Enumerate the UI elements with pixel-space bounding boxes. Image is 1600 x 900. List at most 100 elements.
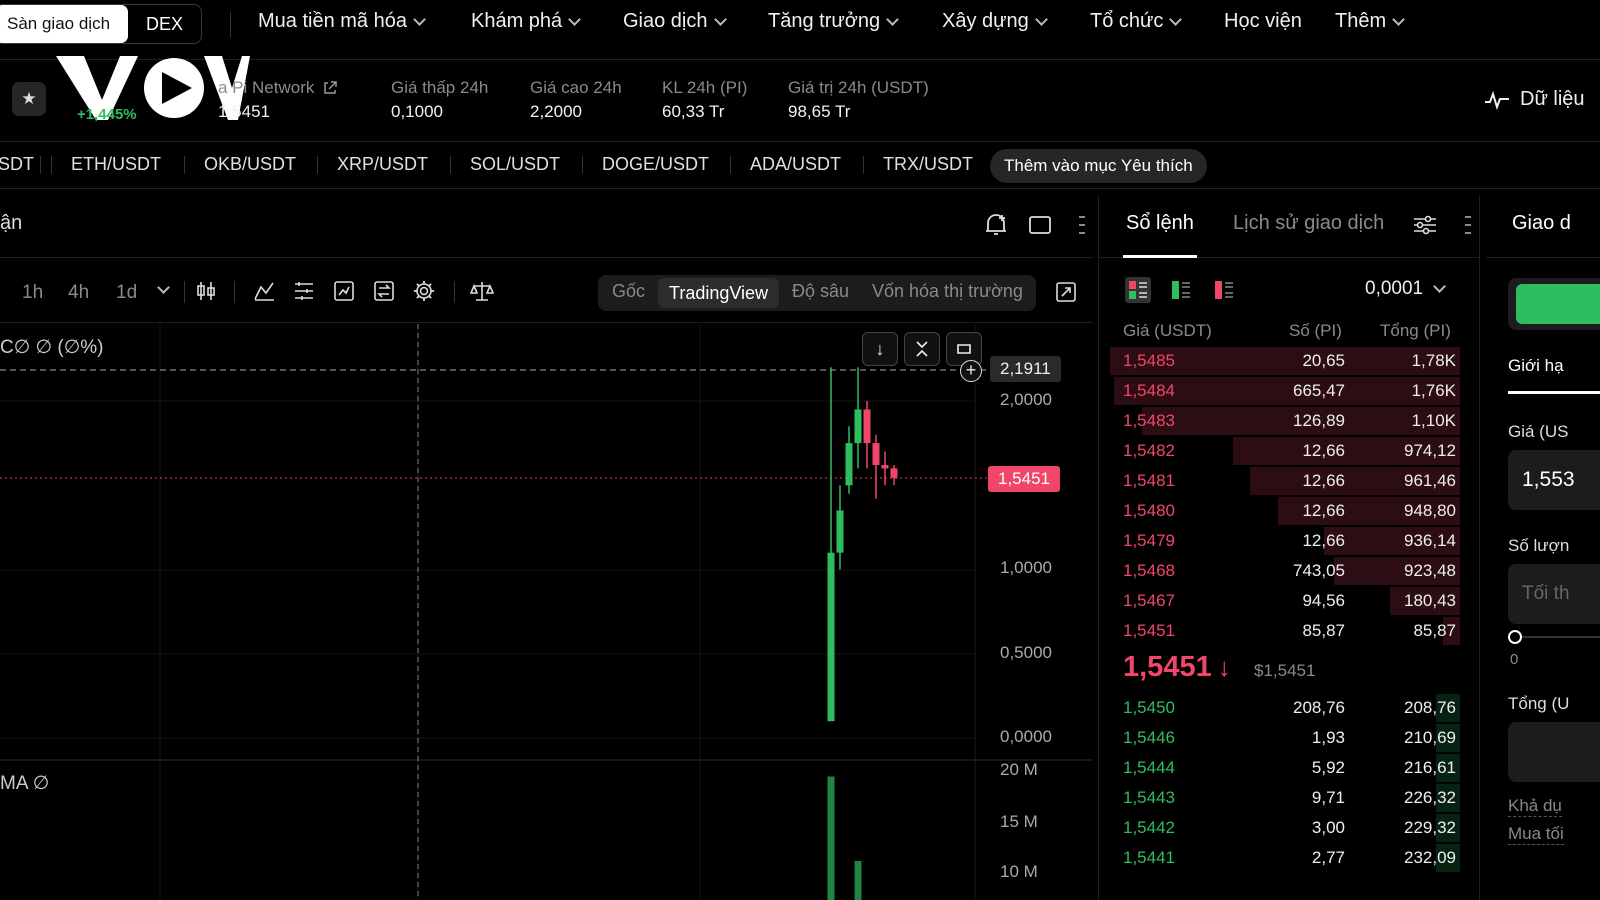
pair-full-name[interactable]: a Pi Network [218, 78, 338, 98]
price-change-percent: +1,445% [77, 106, 137, 123]
compare-icon[interactable] [372, 279, 396, 303]
chart-template-icon[interactable] [332, 279, 356, 303]
nav-item-1[interactable]: Khám phá [471, 10, 582, 33]
tab-trade-history[interactable]: Lịch sử giao dịch [1233, 212, 1384, 235]
ask-row[interactable]: 1,5484 665,47 1,76K [1110, 376, 1460, 406]
price-input[interactable]: 1,553 [1508, 450, 1600, 510]
ask-row[interactable]: 1,5482 12,66 974,12 [1110, 436, 1460, 466]
buy-tab[interactable] [1516, 284, 1600, 324]
nav-item-label: Xây dựng [942, 10, 1029, 32]
nav-item-0[interactable]: Mua tiền mã hóa [258, 10, 426, 33]
row-price: 1,5441 [1123, 848, 1175, 867]
fullscreen-icon[interactable] [1054, 280, 1078, 304]
bid-row[interactable]: 1,5442 3,00 229,32 [1110, 813, 1460, 843]
timeframe-1d[interactable]: 1d [116, 282, 137, 304]
nav-item-7[interactable]: Thêm [1335, 10, 1405, 33]
total-input[interactable] [1508, 722, 1600, 782]
nav-item-2[interactable]: Giao dịch [623, 10, 727, 33]
ask-row[interactable]: 1,5483 126,89 1,10K [1110, 406, 1460, 436]
row-total: 961,46 [1404, 471, 1456, 490]
amount-slider-handle[interactable] [1508, 630, 1522, 644]
row-price: 1,5443 [1123, 788, 1175, 807]
col-header-size: Số (PI) [1289, 321, 1342, 340]
segment-exchange[interactable]: Sàn giao dịch [0, 5, 129, 43]
segment-dex[interactable]: DEX [128, 5, 201, 43]
more-options-icon[interactable] [1076, 212, 1088, 238]
settings-gear-icon[interactable] [412, 279, 436, 303]
tab-orderbook[interactable]: Sổ lệnh [1126, 212, 1194, 235]
buy-sell-switch [1508, 278, 1600, 330]
row-size: 665,47 [1293, 381, 1345, 400]
ask-row[interactable]: 1,5485 20,65 1,78K [1110, 346, 1460, 376]
nav-item-6[interactable]: Học viện [1224, 10, 1302, 33]
pair-item[interactable]: TRX/USDT [883, 154, 973, 175]
candlestick-type-icon[interactable] [194, 279, 218, 303]
drawing-list-icon[interactable] [292, 279, 316, 303]
ask-row[interactable]: 1,5451 85,87 85,87 [1110, 616, 1460, 646]
pair-item[interactable]: ADA/USDT [750, 154, 841, 175]
add-order-plus-icon[interactable]: + [960, 360, 982, 382]
pair-item[interactable]: OKB/USDT [204, 154, 296, 175]
slider-min-label: 0 [1510, 651, 1519, 668]
ask-row[interactable]: 1,5481 12,66 961,46 [1110, 466, 1460, 496]
stat-value: 98,65 Tr [788, 102, 851, 121]
order-type-limit-tab[interactable]: Giới hạ [1508, 356, 1564, 376]
pair-item[interactable]: ETH/USDT [71, 154, 161, 175]
timeframe-4h[interactable]: 4h [68, 282, 89, 304]
bid-row[interactable]: 1,5446 1,93 210,69 [1110, 723, 1460, 753]
row-price: 1,5450 [1123, 698, 1175, 717]
quantity-input[interactable]: Tối th [1508, 564, 1600, 624]
favorite-star-button[interactable]: ★ [12, 82, 46, 116]
view-marketcap-tab[interactable]: Vốn hóa thị trường [872, 281, 1023, 302]
price-label: Giá (US [1508, 422, 1569, 441]
toolbar-divider [184, 281, 185, 303]
price-axis-tick: 2,0000 [1000, 390, 1052, 409]
orderbook-more-icon[interactable] [1462, 212, 1474, 238]
ask-row[interactable]: 1,5480 12,66 948,80 [1110, 496, 1460, 526]
bid-row[interactable]: 1,5443 9,71 226,32 [1110, 783, 1460, 813]
indicators-icon[interactable] [252, 279, 276, 303]
view-both-sides-icon[interactable] [1124, 276, 1152, 304]
pair-item[interactable]: DOGE/USDT [602, 154, 709, 175]
view-depth-tab[interactable]: Độ sâu [792, 281, 849, 302]
bid-row[interactable]: 1,5441 2,77 232,09 [1110, 843, 1460, 873]
add-to-favorites-button[interactable]: Thêm vào mục Yêu thích [990, 149, 1207, 183]
ask-row[interactable]: 1,5479 12,66 936,14 [1110, 526, 1460, 556]
market-data-link[interactable]: Dữ liệu [1484, 88, 1585, 111]
stat-value: 60,33 Tr [662, 102, 725, 121]
layout-icon[interactable] [1028, 214, 1052, 236]
row-price: 1,5468 [1123, 561, 1175, 580]
pair-item[interactable]: SOL/USDT [470, 154, 560, 175]
market-segment-switch: Sàn giao dịch DEX [0, 4, 203, 44]
scale-balance-icon[interactable] [470, 279, 494, 303]
pair-item[interactable]: XRP/USDT [337, 154, 428, 175]
candle-series [827, 367, 898, 722]
collapse-chart-button[interactable] [904, 332, 940, 366]
view-tradingview-tab[interactable]: TradingView [658, 278, 780, 308]
orderbook-settings-icon[interactable] [1412, 213, 1438, 237]
volume-axis-tick: 15 M [1000, 812, 1038, 831]
bid-row[interactable]: 1,5444 5,92 216,61 [1110, 753, 1460, 783]
ask-row[interactable]: 1,5467 94,56 180,43 [1110, 586, 1460, 616]
precision-select[interactable]: 0,0001 [1365, 278, 1446, 300]
price-alert-icon[interactable] [984, 212, 1008, 238]
nav-divider [230, 12, 231, 38]
candlestick-chart[interactable] [0, 324, 1093, 900]
nav-item-5[interactable]: Tổ chức [1090, 10, 1183, 33]
scroll-to-latest-button[interactable]: ↓ [862, 332, 898, 366]
view-bids-only-icon[interactable] [1167, 276, 1195, 304]
candle-body [872, 443, 880, 466]
stat-label: Giá trị 24h (USDT) [788, 78, 929, 97]
nav-item-3[interactable]: Tăng trưởng [768, 10, 899, 33]
pair-item[interactable]: SDT [0, 154, 34, 175]
pair-divider [317, 156, 318, 174]
view-asks-only-icon[interactable] [1210, 276, 1238, 304]
bid-row[interactable]: 1,5450 208,76 208,76 [1110, 693, 1460, 723]
timeframe-1h[interactable]: 1h [22, 282, 43, 304]
arrow-down-icon: ↓ [875, 338, 885, 359]
nav-item-4[interactable]: Xây dựng [942, 10, 1048, 33]
max-buy-label: Mua tối [1508, 824, 1564, 845]
stat-label: Giá cao 24h [530, 78, 622, 97]
ask-row[interactable]: 1,5468 743,05 923,48 [1110, 556, 1460, 586]
view-original-tab[interactable]: Gốc [612, 281, 645, 302]
